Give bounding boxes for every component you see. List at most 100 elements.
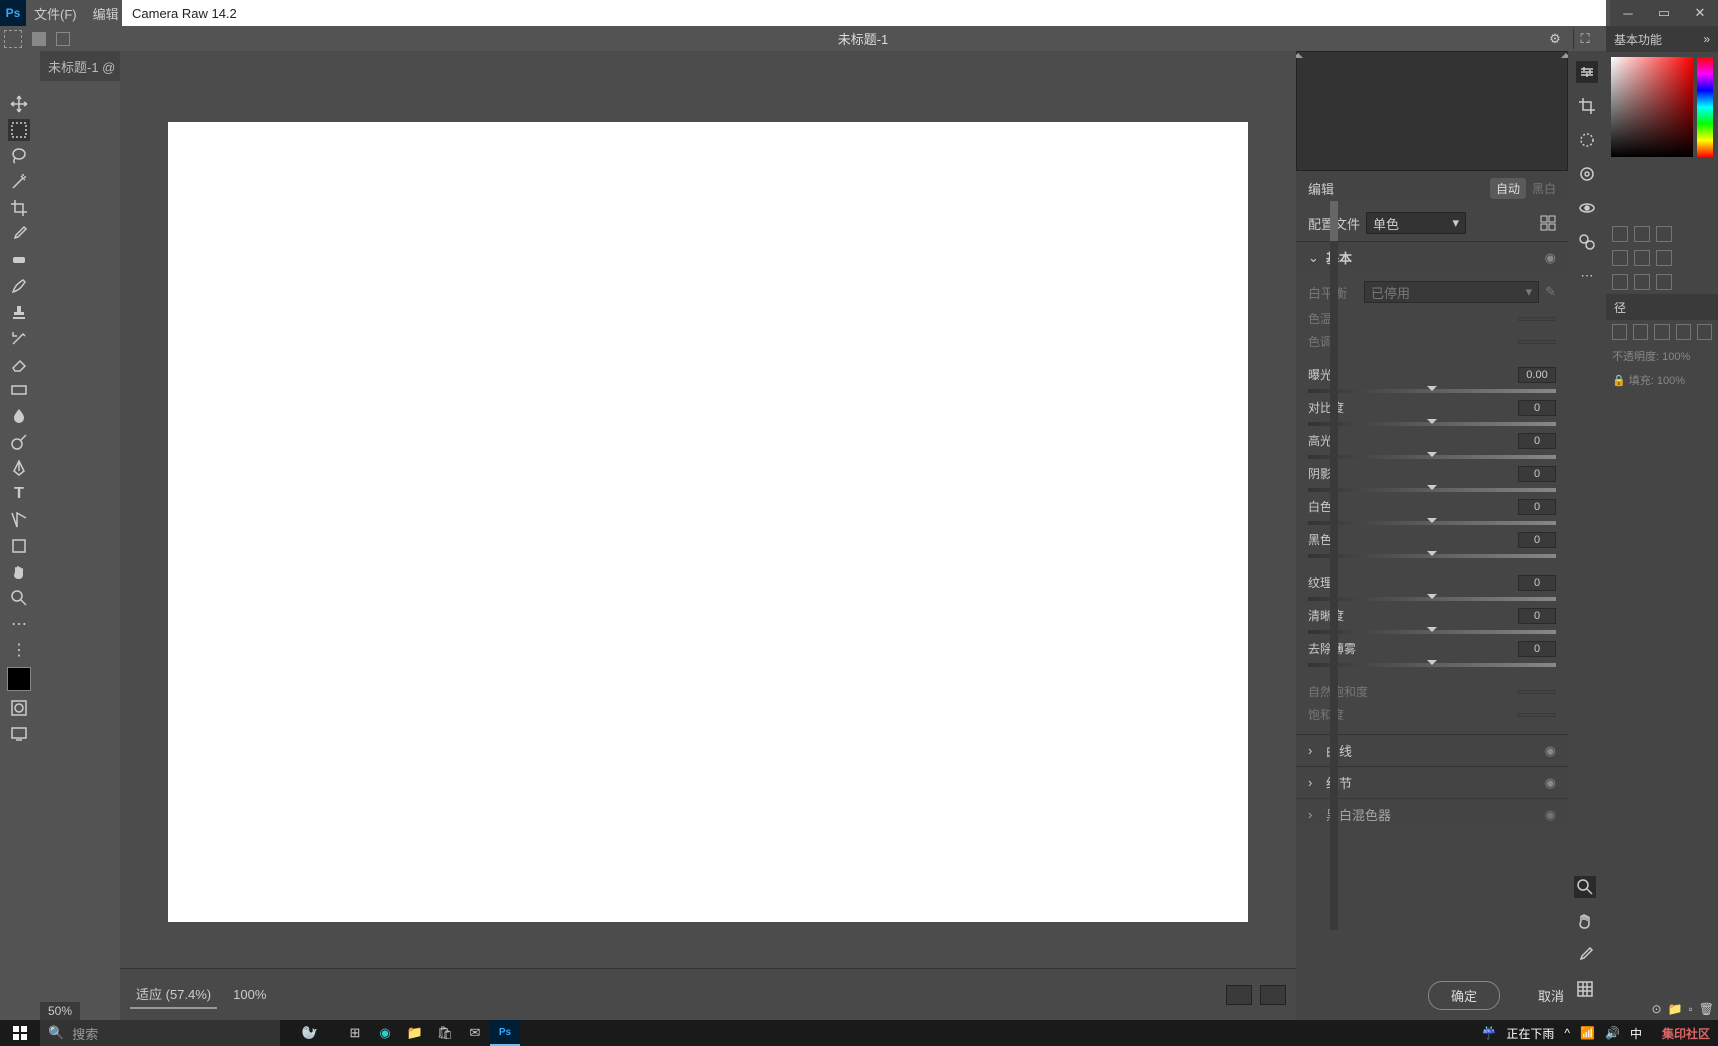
heal-tool-icon[interactable] xyxy=(8,249,30,271)
crop-tool-icon[interactable] xyxy=(1576,95,1598,117)
slider-2[interactable]: 高光0 xyxy=(1308,429,1556,462)
task-view-icon[interactable]: ⊞ xyxy=(340,1020,370,1046)
volume-icon[interactable]: 🔊 xyxy=(1605,1026,1620,1040)
ime-indicator[interactable]: 中 xyxy=(1630,1025,1642,1042)
store-icon[interactable]: 🛍 xyxy=(430,1020,460,1046)
network-icon[interactable]: 📶 xyxy=(1580,1026,1595,1040)
zoom-tool-icon[interactable] xyxy=(8,587,30,609)
canvas-area[interactable] xyxy=(120,76,1296,968)
slider2-2[interactable]: 去除薄雾0 xyxy=(1308,637,1556,670)
slider-3[interactable]: 阴影0 xyxy=(1308,462,1556,495)
more-tools-icon[interactable]: ⋯ xyxy=(8,613,30,635)
mask-tool-icon[interactable] xyxy=(1576,163,1598,185)
color-swatch[interactable] xyxy=(7,667,31,691)
close-button[interactable]: ✕ xyxy=(1682,0,1718,26)
sampler-icon[interactable] xyxy=(1574,944,1596,966)
zoom-100[interactable]: 100% xyxy=(233,987,266,1002)
shadow-clip-icon[interactable] xyxy=(1296,51,1303,58)
quickmask-icon[interactable] xyxy=(8,697,30,719)
manatee-icon[interactable]: 🦭 xyxy=(280,1025,340,1041)
layer-icons[interactable] xyxy=(1606,320,1718,344)
screenmode-icon[interactable] xyxy=(8,723,30,745)
auto-button[interactable]: 自动 xyxy=(1490,178,1526,199)
dodge-tool-icon[interactable] xyxy=(8,431,30,453)
slider-0[interactable]: 曝光0.00 xyxy=(1308,363,1556,396)
eye-icon[interactable]: ◉ xyxy=(1545,775,1556,791)
adjustments-icons[interactable] xyxy=(1606,222,1718,246)
bw-button[interactable]: 黑白 xyxy=(1532,180,1556,197)
wb-select[interactable]: 已停用▾ xyxy=(1364,281,1539,303)
redeye-tool-icon[interactable] xyxy=(1576,197,1598,219)
menu-file[interactable]: 文件(F) xyxy=(26,4,85,23)
before-after-icon[interactable] xyxy=(1226,985,1252,1005)
history-brush-icon[interactable] xyxy=(8,327,30,349)
maximize-button[interactable]: ▭ xyxy=(1646,0,1682,26)
gradient-tool-icon[interactable] xyxy=(8,379,30,401)
status-zoom[interactable]: 50% xyxy=(40,1002,80,1020)
photoshop-taskbar-icon[interactable]: Ps xyxy=(490,1020,520,1046)
document-tab[interactable]: 未标题-1 @ xyxy=(40,51,123,81)
eyedropper-tool-icon[interactable] xyxy=(8,223,30,245)
color-panel[interactable] xyxy=(1606,52,1718,162)
menu-edit[interactable]: 编辑 xyxy=(85,4,127,23)
path-tool-icon[interactable] xyxy=(8,509,30,531)
heal-tool-icon[interactable] xyxy=(1576,129,1598,151)
taskbar-search[interactable]: 🔍 搜索 xyxy=(40,1020,280,1046)
profile-browser-icon[interactable] xyxy=(1540,215,1556,231)
wand-tool-icon[interactable] xyxy=(8,171,30,193)
adjustments-icons3[interactable] xyxy=(1606,270,1718,294)
shape-tool-icon[interactable] xyxy=(8,535,30,557)
profile-select[interactable]: 单色 ▾ xyxy=(1366,212,1466,234)
wb-eyedropper-icon[interactable]: ✎ xyxy=(1545,284,1556,300)
slider-4[interactable]: 白色0 xyxy=(1308,495,1556,528)
pen-tool-icon[interactable] xyxy=(8,457,30,479)
edit-toolbar-icon[interactable]: ⋮ xyxy=(8,639,30,661)
edit-tool-icon[interactable] xyxy=(1576,61,1598,83)
opt-icon[interactable] xyxy=(32,32,46,46)
marquee-tool-icon[interactable] xyxy=(8,119,30,141)
panel-scrollbar[interactable] xyxy=(1330,201,1338,930)
marquee-icon[interactable] xyxy=(4,30,22,48)
tray-chevron-icon[interactable]: ^ xyxy=(1564,1026,1570,1040)
eraser-tool-icon[interactable] xyxy=(8,353,30,375)
edge-icon[interactable]: ◉ xyxy=(370,1020,400,1046)
minimize-button[interactable]: ─ xyxy=(1610,0,1646,26)
hand-icon[interactable] xyxy=(1574,910,1596,932)
opt-icon2[interactable] xyxy=(56,32,70,46)
explorer-icon[interactable]: 📁 xyxy=(400,1020,430,1046)
slider-5[interactable]: 黑色0 xyxy=(1308,528,1556,561)
more-icon[interactable]: ⋯ xyxy=(1576,265,1598,287)
type-tool-icon[interactable]: T xyxy=(8,483,30,505)
fit-zoom-label[interactable]: 适应 (57.4%) xyxy=(130,980,217,1009)
crop-tool-icon[interactable] xyxy=(8,197,30,219)
paths-panel-tab[interactable]: 径 xyxy=(1606,294,1718,320)
hand-tool-icon[interactable] xyxy=(8,561,30,583)
highlight-clip-icon[interactable] xyxy=(1561,51,1568,58)
move-tool-icon[interactable] xyxy=(8,93,30,115)
cancel-button[interactable]: 取消 xyxy=(1516,982,1568,1009)
lasso-tool-icon[interactable] xyxy=(8,145,30,167)
workspace-select[interactable]: 基本功能 » xyxy=(1606,26,1718,52)
zoom-icon[interactable] xyxy=(1574,876,1596,898)
start-button[interactable] xyxy=(0,1020,40,1046)
brush-tool-icon[interactable] xyxy=(8,275,30,297)
histogram[interactable] xyxy=(1296,51,1568,171)
layer-footer-icons[interactable]: ⊙📁▫🗑 xyxy=(1651,1002,1714,1016)
adjustments-icons2[interactable] xyxy=(1606,246,1718,270)
compare-icon[interactable] xyxy=(1260,985,1286,1005)
ok-button[interactable]: 确定 xyxy=(1428,981,1500,1010)
mail-icon[interactable]: ✉ xyxy=(460,1020,490,1046)
grid-icon[interactable] xyxy=(1574,978,1596,1000)
gear-icon[interactable]: ⚙ xyxy=(1546,30,1564,48)
system-tray[interactable]: ☔ 正在下雨 ^ 📶 🔊 中 集印社区 xyxy=(1473,1025,1718,1042)
slider2-1[interactable]: 清晰度0 xyxy=(1308,604,1556,637)
stamp-tool-icon[interactable] xyxy=(8,301,30,323)
eye-icon[interactable]: ◉ xyxy=(1545,807,1556,823)
slider-1[interactable]: 对比度0 xyxy=(1308,396,1556,429)
slider2-0[interactable]: 纹理0 xyxy=(1308,571,1556,604)
presets-icon[interactable] xyxy=(1576,231,1598,253)
blur-tool-icon[interactable] xyxy=(8,405,30,427)
eye-icon[interactable]: ◉ xyxy=(1545,250,1556,266)
fullscreen-icon[interactable]: ⛶ xyxy=(1576,30,1594,48)
eye-icon[interactable]: ◉ xyxy=(1545,743,1556,759)
